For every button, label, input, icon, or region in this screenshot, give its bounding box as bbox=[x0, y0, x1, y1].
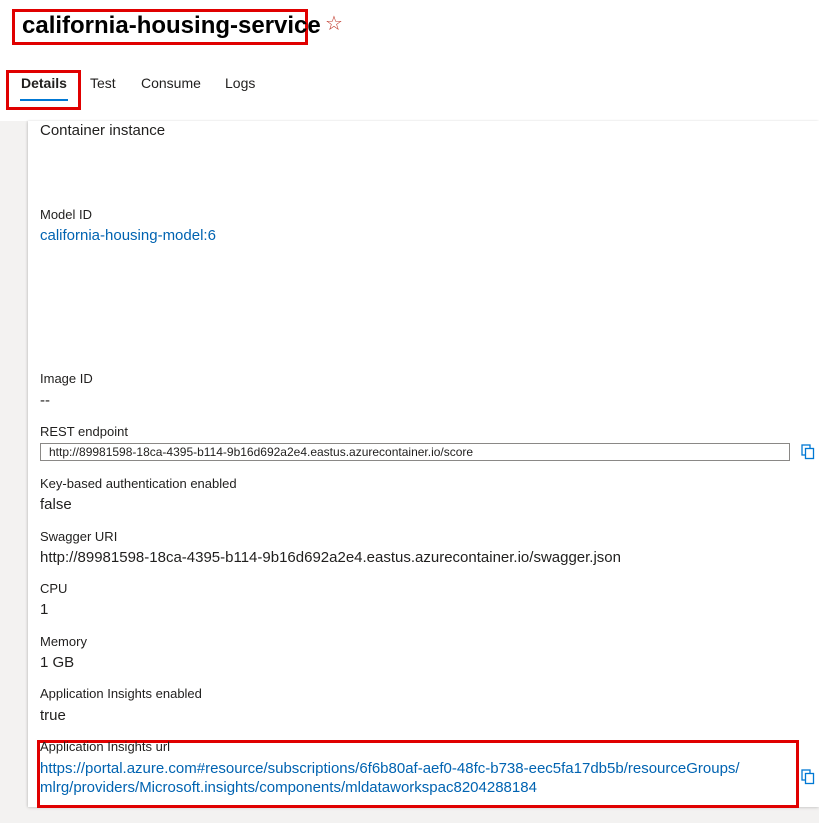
page-header: california-housing-service ☆ Details Tes… bbox=[0, 0, 819, 121]
model-id-link[interactable]: california-housing-model:6 bbox=[40, 226, 216, 246]
copy-icon[interactable] bbox=[801, 769, 815, 785]
memory-value: 1 GB bbox=[40, 654, 75, 671]
app-insights-url-link-line2[interactable]: mlrg/providers/Microsoft.insights/compon… bbox=[40, 778, 537, 798]
rest-endpoint-label: REST endpoint bbox=[40, 424, 128, 439]
active-tab-indicator bbox=[20, 99, 68, 101]
rest-endpoint-field[interactable]: http://89981598-18ca-4395-b114-9b16d692a… bbox=[40, 443, 790, 461]
image-id-label: Image ID bbox=[40, 371, 93, 386]
memory-label: Memory bbox=[40, 634, 87, 649]
app-insights-enabled-value: true bbox=[40, 707, 66, 724]
cpu-value: 1 bbox=[40, 601, 49, 618]
swagger-uri-label: Swagger URI bbox=[40, 529, 118, 544]
app-insights-url-label: Application Insights url bbox=[40, 739, 171, 754]
copy-icon[interactable] bbox=[801, 444, 815, 460]
app-insights-enabled-label: Application Insights enabled bbox=[40, 686, 202, 701]
swagger-uri-value: http://89981598-18ca-4395-b114-9b16d692a… bbox=[40, 549, 621, 566]
key-auth-value: false bbox=[40, 496, 72, 513]
star-icon[interactable]: ☆ bbox=[325, 12, 343, 36]
tab-consume[interactable]: Consume bbox=[141, 74, 201, 92]
page-title: california-housing-service bbox=[22, 12, 321, 39]
key-auth-label: Key-based authentication enabled bbox=[40, 476, 237, 491]
image-id-value: -- bbox=[40, 392, 50, 409]
compute-type-value: Container instance bbox=[40, 122, 166, 139]
details-card bbox=[28, 121, 819, 807]
model-id-label: Model ID bbox=[40, 207, 93, 222]
tab-test[interactable]: Test bbox=[90, 74, 116, 92]
cpu-label: CPU bbox=[40, 581, 68, 596]
tab-details[interactable]: Details bbox=[21, 74, 67, 92]
app-insights-url-link-line1[interactable]: https://portal.azure.com#resource/subscr… bbox=[40, 759, 740, 779]
tab-logs[interactable]: Logs bbox=[225, 74, 255, 92]
